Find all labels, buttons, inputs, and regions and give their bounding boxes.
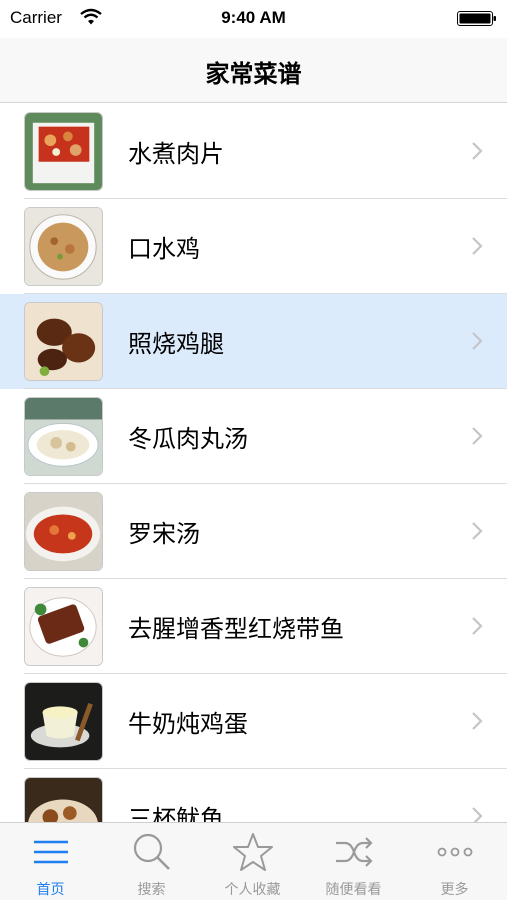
nav-bar: 家常菜谱	[0, 38, 507, 103]
chevron-right-icon	[472, 522, 483, 540]
chevron-right-icon	[472, 332, 483, 350]
tab-random[interactable]: 随便看看	[303, 823, 404, 900]
tab-more[interactable]: 更多	[404, 823, 505, 900]
more-dots-icon	[437, 847, 473, 857]
star-icon	[233, 833, 273, 871]
recipe-row[interactable]: 三杯鱿鱼	[0, 769, 507, 822]
recipe-thumbnail	[24, 587, 103, 666]
recipe-row[interactable]: 牛奶炖鸡蛋	[0, 674, 507, 769]
recipe-thumbnail	[24, 207, 103, 286]
tab-home[interactable]: 首页	[0, 823, 101, 900]
shuffle-icon	[336, 837, 373, 867]
recipe-name: 罗宋汤	[128, 520, 200, 548]
recipe-name: 三杯鱿鱼	[128, 805, 224, 822]
battery-icon	[457, 11, 496, 26]
recipe-list[interactable]: 水煮肉片 口水鸡 照烧鸡腿 冬瓜肉丸汤 罗宋汤 去腥增香型红烧带鱼 牛奶炖鸡蛋 …	[0, 104, 507, 822]
tab-label: 随便看看	[325, 882, 382, 898]
menu-lines-icon	[34, 840, 68, 864]
recipe-thumbnail	[24, 682, 103, 761]
chevron-right-icon	[472, 427, 483, 445]
chevron-right-icon	[472, 617, 483, 635]
recipe-name: 牛奶炖鸡蛋	[128, 710, 248, 738]
tab-label: 搜索	[137, 882, 166, 898]
recipe-row[interactable]: 去腥增香型红烧带鱼	[0, 579, 507, 674]
page-title: 家常菜谱	[205, 60, 302, 88]
recipe-name: 照烧鸡腿	[128, 330, 224, 358]
recipe-thumbnail	[24, 397, 103, 476]
tab-search[interactable]: 搜索	[101, 823, 202, 900]
tab-label: 更多	[440, 882, 469, 898]
recipe-thumbnail	[24, 492, 103, 571]
recipe-row[interactable]: 口水鸡	[0, 199, 507, 294]
recipe-row-selected[interactable]: 照烧鸡腿	[0, 294, 507, 389]
tab-bar: 首页 搜索 个人收藏 随便看看 更多	[0, 822, 507, 900]
recipe-row[interactable]: 冬瓜肉丸汤	[0, 389, 507, 484]
chevron-right-icon	[472, 712, 483, 730]
recipe-name: 去腥增香型红烧带鱼	[128, 615, 344, 643]
tab-label: 个人收藏	[224, 882, 281, 898]
tab-label: 首页	[36, 882, 65, 898]
chevron-right-icon	[472, 142, 483, 160]
chevron-right-icon	[472, 807, 483, 822]
search-icon	[133, 833, 170, 870]
recipe-row[interactable]: 罗宋汤	[0, 484, 507, 579]
recipe-name: 冬瓜肉丸汤	[128, 425, 248, 453]
clock: 9:40 AM	[221, 8, 286, 27]
recipe-thumbnail	[24, 777, 103, 822]
chevron-right-icon	[472, 237, 483, 255]
recipe-row[interactable]: 水煮肉片	[0, 104, 507, 199]
recipe-name: 水煮肉片	[128, 140, 224, 168]
recipe-thumbnail	[24, 112, 103, 191]
status-bar: Carrier 9:40 AM	[0, 0, 507, 38]
tab-favorites[interactable]: 个人收藏	[202, 823, 303, 900]
recipe-thumbnail	[24, 302, 103, 381]
recipe-name: 口水鸡	[128, 235, 200, 263]
